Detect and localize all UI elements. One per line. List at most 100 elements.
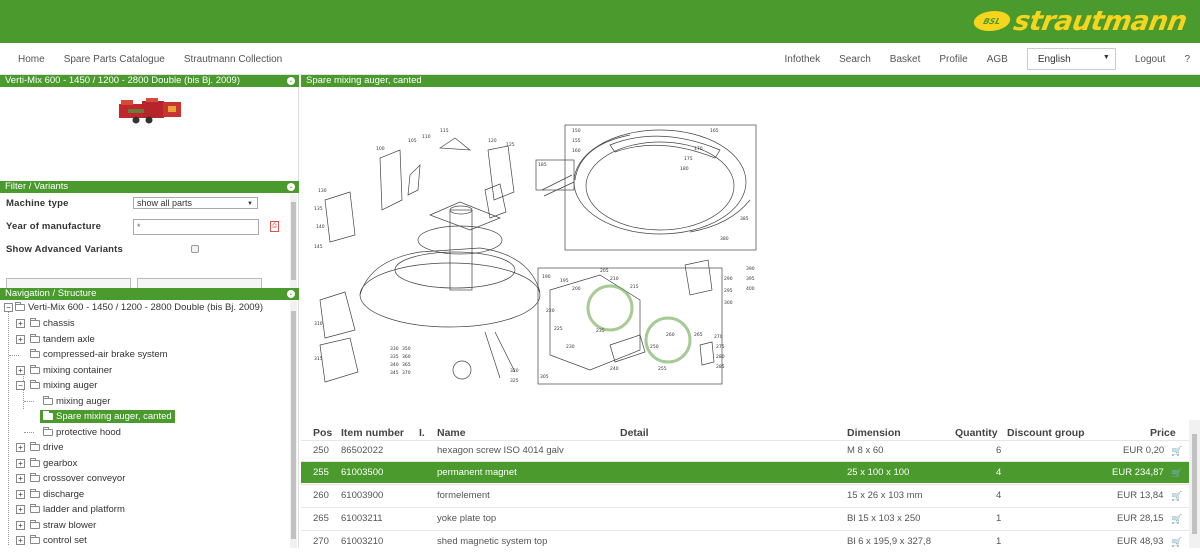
- drawing-callout: 120: [488, 138, 497, 144]
- year-of-manufacture-input[interactable]: *: [133, 219, 259, 235]
- drawing-callout: 325: [510, 378, 519, 384]
- drawing-callout: 330: [390, 346, 399, 352]
- drawing-callout: 220: [546, 308, 555, 314]
- table-row[interactable]: 265 61003211 yoke plate top Bl 15 x 103 …: [301, 507, 1189, 529]
- tree-item-gearbox[interactable]: gearbox: [30, 457, 77, 470]
- filter-reset-button[interactable]: [137, 278, 262, 288]
- tree-root[interactable]: Verti-Mix 600 - 1450 / 1200 - 2800 Doubl…: [15, 301, 263, 314]
- cell-quantity: 1: [996, 513, 1002, 524]
- collapse-icon[interactable]: ⌄: [287, 77, 295, 85]
- machine-panel-header[interactable]: Verti-Mix 600 - 1450 / 1200 - 2800 Doubl…: [0, 75, 299, 87]
- strautmann-logo[interactable]: BSL strautmann: [970, 6, 1189, 37]
- top-header: BSL strautmann: [0, 0, 1200, 43]
- pdf-icon[interactable]: ⎙: [270, 221, 279, 232]
- expand-toggle-icon[interactable]: +: [16, 505, 25, 514]
- expand-toggle-icon[interactable]: +: [16, 474, 25, 483]
- expand-toggle-icon[interactable]: +: [16, 536, 25, 545]
- filter-panel-header[interactable]: Filter / Variants ⌄: [0, 181, 299, 193]
- scrollbar-thumb[interactable]: [291, 311, 296, 539]
- nav-basket[interactable]: Basket: [890, 54, 921, 65]
- table-row[interactable]: 250 86502022 hexagon screw ISO 4014 galv…: [301, 440, 1189, 460]
- expand-toggle-icon[interactable]: +: [16, 521, 25, 530]
- expand-toggle-icon[interactable]: +: [16, 366, 25, 375]
- nav-spare-parts-catalogue[interactable]: Spare Parts Catalogue: [64, 54, 165, 65]
- advanced-variants-checkbox[interactable]: [191, 245, 199, 253]
- tree-item-control-set[interactable]: control set: [30, 534, 87, 547]
- nav-profile[interactable]: Profile: [939, 54, 967, 65]
- collapse-toggle-icon[interactable]: −: [4, 303, 13, 312]
- navigation-panel-header[interactable]: Navigation / Structure ⌄: [0, 288, 299, 300]
- drawing-callout: 125: [506, 142, 515, 148]
- drawing-callout: 200: [572, 286, 581, 292]
- cell-name: yoke plate top: [437, 513, 497, 524]
- cart-icon[interactable]: 🛒: [1171, 531, 1182, 553]
- filter-panel: Filter / Variants ⌄ Machine type show al…: [0, 181, 299, 294]
- tree-item-mixing-container[interactable]: mixing container: [30, 364, 112, 377]
- collapse-icon[interactable]: ⌄: [287, 183, 295, 191]
- tree-item-protective-hood[interactable]: protective hood: [43, 426, 121, 439]
- table-row[interactable]: 270 61003210 shed magnetic system top Bl…: [301, 530, 1189, 552]
- expand-toggle-icon[interactable]: +: [16, 443, 25, 452]
- exploded-parts-drawing[interactable]: 100 105 110 115 120 125 130 135 140 145 …: [310, 120, 760, 388]
- collapse-icon[interactable]: ⌄: [287, 290, 295, 298]
- table-row-selected[interactable]: 255 61003500 permanent magnet 25 x 100 x…: [301, 461, 1189, 483]
- tree-scrollbar[interactable]: [290, 301, 297, 548]
- tree-item-spare-mixing-auger-canted[interactable]: Spare mixing auger, canted: [40, 410, 175, 423]
- tree-item-crossover-conveyor[interactable]: crossover conveyor: [30, 472, 125, 485]
- tree-item-straw-blower[interactable]: straw blower: [30, 519, 96, 532]
- folder-icon: [43, 396, 53, 405]
- drawing-callout: 170: [694, 146, 703, 152]
- drawing-callout: 340: [390, 362, 399, 368]
- drawing-callout: 150: [572, 128, 581, 134]
- nav-strautmann-collection[interactable]: Strautmann Collection: [184, 54, 282, 65]
- drawing-callout: 335: [390, 354, 399, 360]
- cart-icon[interactable]: 🛒: [1171, 485, 1182, 507]
- folder-icon: [30, 520, 40, 529]
- cart-icon[interactable]: 🛒: [1171, 441, 1182, 461]
- nav-logout[interactable]: Logout: [1135, 54, 1166, 65]
- collapse-toggle-icon[interactable]: −: [16, 381, 25, 390]
- tree-item-ladder-and-platform[interactable]: ladder and platform: [30, 503, 125, 516]
- tree-item-chassis[interactable]: chassis: [30, 317, 75, 330]
- filter-scrollbar[interactable]: [290, 194, 297, 288]
- cart-icon[interactable]: 🛒: [1171, 508, 1182, 530]
- drawing-knife: [319, 291, 356, 339]
- filter-apply-button[interactable]: [6, 278, 131, 288]
- drawing-callout: 175: [684, 156, 693, 162]
- tree-item-discharge[interactable]: discharge: [30, 488, 84, 501]
- folder-icon: [30, 458, 40, 467]
- expand-toggle-icon[interactable]: +: [16, 490, 25, 499]
- drawing-callout: 215: [630, 284, 639, 290]
- table-row[interactable]: 260 61003900 formelement 15 x 26 x 103 m…: [301, 484, 1189, 506]
- nav-help[interactable]: ?: [1184, 54, 1190, 65]
- drawing-blade: [487, 145, 515, 201]
- nav-search[interactable]: Search: [839, 54, 871, 65]
- cart-icon[interactable]: 🛒: [1171, 462, 1182, 484]
- folder-icon: [30, 334, 40, 343]
- nav-home[interactable]: Home: [18, 54, 45, 65]
- scrollbar-thumb[interactable]: [291, 202, 296, 280]
- tree-label: protective hood: [56, 427, 121, 438]
- tree-item-mixing-auger[interactable]: mixing auger: [30, 379, 97, 392]
- tree-item-drive[interactable]: drive: [30, 441, 64, 454]
- drawing-callout: 205: [600, 268, 609, 274]
- tree-item-compressed-air-brake-system[interactable]: compressed-air brake system: [30, 348, 168, 361]
- expand-toggle-icon[interactable]: +: [16, 459, 25, 468]
- language-select[interactable]: English ▼: [1026, 48, 1116, 70]
- table-scrollbar[interactable]: [1189, 420, 1200, 548]
- drawing-callout: 350: [402, 346, 411, 352]
- tree-item-tandem-axle[interactable]: tandem axle: [30, 333, 95, 346]
- drawing-callout: 165: [710, 128, 719, 134]
- nav-infothek[interactable]: Infothek: [785, 54, 821, 65]
- expand-toggle-icon[interactable]: +: [16, 335, 25, 344]
- folder-open-icon: [43, 411, 53, 420]
- nav-agb[interactable]: AGB: [987, 54, 1008, 65]
- tree-item-mixing-auger-sub[interactable]: mixing auger: [43, 395, 110, 408]
- cell-item-number: 61003210: [341, 536, 384, 547]
- expand-toggle-icon[interactable]: +: [16, 319, 25, 328]
- drawing-callout: 280: [716, 354, 725, 360]
- machine-type-select[interactable]: show all parts ▼: [133, 197, 258, 209]
- highlight-circle: [644, 316, 692, 364]
- scrollbar-thumb[interactable]: [1192, 434, 1197, 534]
- tree-label: ladder and platform: [43, 504, 125, 515]
